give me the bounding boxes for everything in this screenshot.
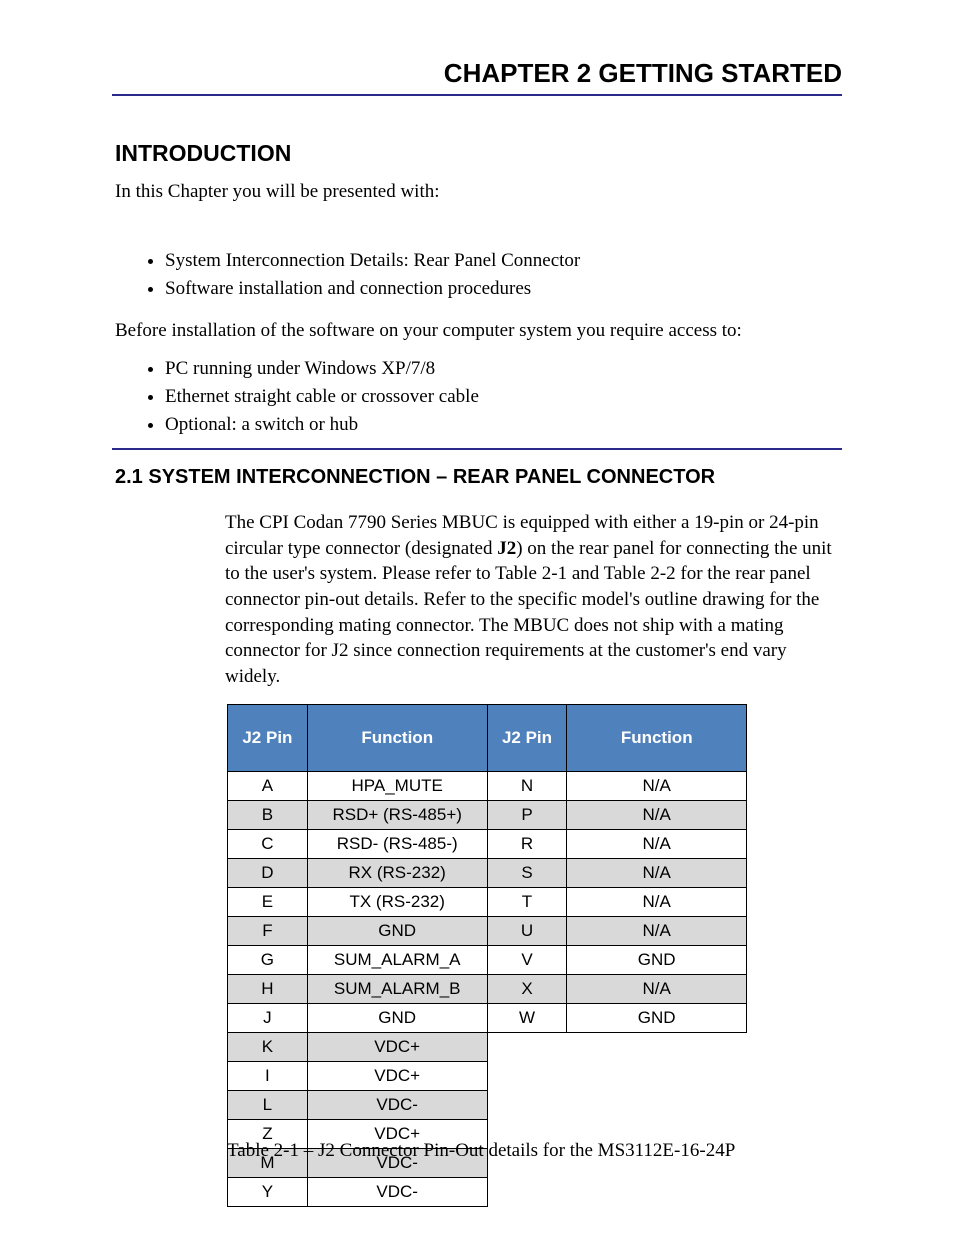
table-cell: RSD+ (RS-485+) xyxy=(307,801,487,830)
table-cell xyxy=(487,1091,567,1120)
table-row: FGNDUN/A xyxy=(228,917,747,946)
table-row: JGNDWGND xyxy=(228,1004,747,1033)
intro-paragraph-2: Before installation of the software on y… xyxy=(115,320,845,342)
table-cell: N/A xyxy=(567,830,747,859)
table-cell: SUM_ALARM_B xyxy=(307,975,487,1004)
table-cell: T xyxy=(487,888,567,917)
table-cell xyxy=(567,1033,747,1062)
table-cell: L xyxy=(228,1091,308,1120)
table-cell: G xyxy=(228,946,308,975)
table-cell: N/A xyxy=(567,801,747,830)
table-cell: F xyxy=(228,917,308,946)
th-j2pin-a: J2 Pin xyxy=(228,705,308,772)
table-cell: N/A xyxy=(567,975,747,1004)
table-row: ETX (RS-232)TN/A xyxy=(228,888,747,917)
bullet-item: PC running under Windows XP/7/8 xyxy=(165,358,845,380)
chapter-title: CHAPTER 2 GETTING STARTED xyxy=(112,58,842,89)
table-2-1: J2 Pin Function J2 Pin Function AHPA_MUT… xyxy=(227,704,747,1207)
heading-2-1: 2.1 SYSTEM INTERCONNECTION – REAR PANEL … xyxy=(115,466,715,489)
th-func-b: Function xyxy=(567,705,747,772)
table-cell: VDC+ xyxy=(307,1033,487,1062)
table-cell: N/A xyxy=(567,888,747,917)
table-cell xyxy=(567,1178,747,1207)
table-cell: GND xyxy=(307,1004,487,1033)
table-cell: SUM_ALARM_A xyxy=(307,946,487,975)
table-cell: VDC+ xyxy=(307,1062,487,1091)
table-row: DRX (RS-232)SN/A xyxy=(228,859,747,888)
table-cell: R xyxy=(487,830,567,859)
top-rule xyxy=(112,94,842,96)
table-cell: W xyxy=(487,1004,567,1033)
table-cell: H xyxy=(228,975,308,1004)
para-conn-part-c: ) on the rear panel for connecting the u… xyxy=(225,538,832,687)
table-cell xyxy=(567,1062,747,1091)
table-cell: Y xyxy=(228,1178,308,1207)
heading-introduction: INTRODUCTION xyxy=(115,140,291,167)
para-conn-j2: J2 xyxy=(497,538,516,559)
table-cell: N/A xyxy=(567,917,747,946)
table-cell xyxy=(487,1178,567,1207)
table-cell: C xyxy=(228,830,308,859)
table-cell: E xyxy=(228,888,308,917)
table-cell: A xyxy=(228,772,308,801)
table-cell: K xyxy=(228,1033,308,1062)
th-j2pin-b: J2 Pin xyxy=(487,705,567,772)
table-row: BRSD+ (RS-485+)PN/A xyxy=(228,801,747,830)
bullet-list-b: PC running under Windows XP/7/8 Ethernet… xyxy=(115,358,845,442)
para-conn: The CPI Codan 7790 Series MBUC is equipp… xyxy=(225,510,845,689)
table-row: IVDC+ xyxy=(228,1062,747,1091)
table-cell: VDC- xyxy=(307,1091,487,1120)
table-row: HSUM_ALARM_BXN/A xyxy=(228,975,747,1004)
table-cell: RSD- (RS-485-) xyxy=(307,830,487,859)
th-func-a: Function xyxy=(307,705,487,772)
table-cell: X xyxy=(487,975,567,1004)
table-cell: B xyxy=(228,801,308,830)
table-row: CRSD- (RS-485-)RN/A xyxy=(228,830,747,859)
table-cell: N/A xyxy=(567,772,747,801)
table-cell: D xyxy=(228,859,308,888)
table-cell: V xyxy=(487,946,567,975)
table-cell: S xyxy=(487,859,567,888)
bullet-item: Ethernet straight cable or crossover cab… xyxy=(165,386,845,408)
table-cell: N xyxy=(487,772,567,801)
table-cell xyxy=(487,1062,567,1091)
intro-paragraph-1: In this Chapter you will be presented wi… xyxy=(115,180,845,205)
bullet-item: Software installation and connection pro… xyxy=(165,278,845,300)
table-cell: J xyxy=(228,1004,308,1033)
bullet-item: Optional: a switch or hub xyxy=(165,414,845,436)
table-cell: N/A xyxy=(567,859,747,888)
table-cell: GND xyxy=(567,946,747,975)
table-cell xyxy=(487,1033,567,1062)
bullet-list-a: System Interconnection Details: Rear Pan… xyxy=(115,250,845,306)
table-cell: P xyxy=(487,801,567,830)
table-row: YVDC- xyxy=(228,1178,747,1207)
table-row: LVDC- xyxy=(228,1091,747,1120)
mid-rule xyxy=(112,448,842,450)
table-cell: TX (RS-232) xyxy=(307,888,487,917)
table-cell: RX (RS-232) xyxy=(307,859,487,888)
table-row: AHPA_MUTENN/A xyxy=(228,772,747,801)
bullet-item: System Interconnection Details: Rear Pan… xyxy=(165,250,845,272)
table-cell xyxy=(567,1091,747,1120)
table-cell: GND xyxy=(567,1004,747,1033)
table-cell: GND xyxy=(307,917,487,946)
table-cell: U xyxy=(487,917,567,946)
table-cell: VDC- xyxy=(307,1178,487,1207)
table-2-1-caption: Table 2-1 – J2 Connector Pin-Out details… xyxy=(227,1140,735,1162)
table-row: KVDC+ xyxy=(228,1033,747,1062)
table-cell: HPA_MUTE xyxy=(307,772,487,801)
table-row: GSUM_ALARM_AVGND xyxy=(228,946,747,975)
table-cell: I xyxy=(228,1062,308,1091)
